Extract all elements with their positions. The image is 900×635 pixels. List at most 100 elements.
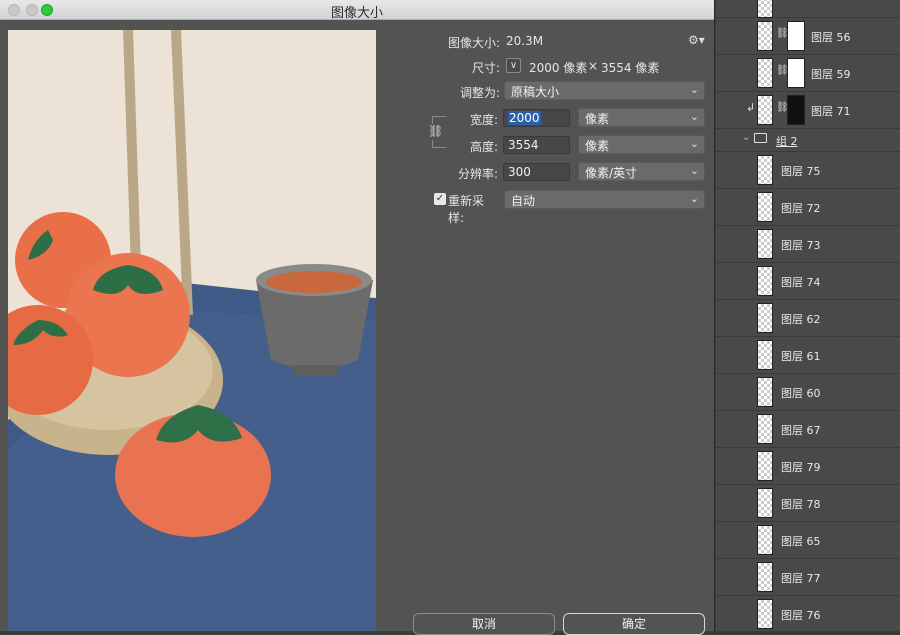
layer-row[interactable]: 图层 65	[716, 522, 900, 559]
preview-illustration	[8, 30, 376, 631]
layer-row[interactable]: 图层 79	[716, 448, 900, 485]
layer-mask-thumbnail	[787, 58, 805, 88]
layer-thumbnail	[757, 303, 773, 333]
width-value: 2000	[508, 111, 541, 125]
layer-thumbnail	[757, 266, 773, 296]
height-label: 高度:	[469, 140, 498, 154]
layer-name: 图层 56	[811, 31, 851, 44]
width-input[interactable]: 2000	[503, 109, 570, 127]
layer-thumbnail	[757, 95, 773, 125]
window-title: 图像大小	[330, 6, 383, 21]
layer-row[interactable]: 图层 61	[716, 337, 900, 374]
layer-name: 图层 75	[781, 165, 821, 178]
dimensions-times: ×	[588, 59, 599, 73]
resolution-input[interactable]: 300	[503, 163, 570, 181]
dimensions-label: 尺寸:	[471, 61, 500, 75]
resolution-value: 300	[508, 165, 531, 179]
layer-name: 图层 74	[781, 276, 821, 289]
chevron-down-icon: ⌄	[689, 137, 699, 150]
layer-name: 图层 79	[781, 461, 821, 474]
layers-panel: ⛓ 图层 56 ⛓ 图层 59 ↲ ⛓ 图层 71 ⌄ 组 2 图层 75 图层…	[716, 0, 900, 633]
layer-name: 图层 77	[781, 572, 821, 585]
height-unit-select[interactable]: 像素 ⌄	[578, 135, 705, 154]
chevron-down-icon: ⌄	[689, 164, 699, 177]
layer-row[interactable]: ↲ ⛓ 图层 71	[716, 92, 900, 129]
resolution-unit-select[interactable]: 像素/英寸 ⌄	[578, 162, 705, 181]
layer-thumbnail	[757, 599, 773, 629]
layer-row[interactable]: 图层 72	[716, 189, 900, 226]
resample-select[interactable]: 自动 ⌄	[504, 190, 705, 209]
chevron-down-icon: ⌄	[689, 110, 699, 123]
resample-checkbox[interactable]: ✓	[434, 193, 446, 205]
layer-name: 图层 72	[781, 202, 821, 215]
fit-to-select[interactable]: 原稿大小 ⌄	[504, 81, 705, 100]
resample-label: 重新采样:	[448, 194, 485, 225]
title-bar[interactable]: 图像大小	[0, 0, 714, 21]
fit-to-label: 调整为:	[459, 86, 500, 100]
height-value: 3554	[508, 138, 539, 152]
layer-name: 图层 60	[781, 387, 821, 400]
image-size-label: 图像大小:	[447, 36, 500, 50]
layer-row[interactable]: 图层 60	[716, 374, 900, 411]
layer-thumbnail	[757, 340, 773, 370]
layer-name: 图层 76	[781, 609, 821, 622]
layer-row[interactable]: 图层 67	[716, 411, 900, 448]
group-name: 组 2	[776, 135, 798, 148]
layer-name: 图层 65	[781, 535, 821, 548]
layer-thumbnail	[757, 488, 773, 518]
resample-value: 自动	[511, 194, 536, 208]
layer-thumbnail	[757, 414, 773, 444]
layer-row[interactable]: 图层 78	[716, 485, 900, 522]
image-size-dialog: 图像大小 图像大小: 20.3M ⚙▾ 尺寸: ∨ 2000 像素 × 3554…	[0, 0, 715, 635]
layer-row[interactable]: ⛓ 图层 59	[716, 55, 900, 92]
layer-thumbnail	[757, 377, 773, 407]
layer-thumbnail	[757, 525, 773, 555]
layer-thumbnail	[757, 58, 773, 88]
ok-button[interactable]: 确定	[563, 613, 705, 635]
layer-row[interactable]: 图层 74	[716, 263, 900, 300]
layer-row[interactable]: 图层 75	[716, 152, 900, 189]
layer-name: 图层 73	[781, 239, 821, 252]
layer-mask-thumbnail	[787, 95, 805, 125]
layer-thumbnail	[757, 192, 773, 222]
width-unit-value: 像素	[585, 112, 610, 126]
width-label: 宽度:	[469, 113, 498, 127]
layer-row[interactable]: 图层 77	[716, 559, 900, 596]
layer-thumbnail	[757, 0, 773, 18]
layer-group-row[interactable]: ⌄ 组 2	[716, 128, 900, 152]
resolution-unit-value: 像素/英寸	[585, 166, 638, 180]
layer-name: 图层 71	[811, 105, 851, 118]
chevron-down-icon[interactable]: ∨	[506, 58, 521, 73]
layer-thumbnail	[757, 451, 773, 481]
layer-thumbnail	[757, 562, 773, 592]
layer-row[interactable]: ⛓ 图层 56	[716, 18, 900, 55]
cancel-button[interactable]: 取消	[413, 613, 555, 635]
resolution-label: 分辨率:	[457, 167, 498, 181]
clipping-arrow-icon: ↲	[746, 101, 756, 114]
layer-row[interactable]: 图层 62	[716, 300, 900, 337]
layer-row[interactable]: 图层 73	[716, 226, 900, 263]
layer-name: 图层 62	[781, 313, 821, 326]
chevron-down-icon: ⌄	[689, 83, 699, 96]
layer-thumbnail	[757, 155, 773, 185]
chevron-down-icon: ⌄	[689, 192, 699, 205]
width-unit-select[interactable]: 像素 ⌄	[578, 108, 705, 127]
layer-name: 图层 67	[781, 424, 821, 437]
height-input[interactable]: 3554	[503, 136, 570, 154]
layer-thumbnail	[757, 229, 773, 259]
layer-name: 图层 61	[781, 350, 821, 363]
image-preview[interactable]	[8, 30, 376, 631]
layer-row[interactable]: 图层 76	[716, 596, 900, 633]
layer-thumbnail	[757, 21, 773, 51]
dimensions-height: 3554 像素	[601, 61, 660, 75]
gear-icon[interactable]: ⚙▾	[688, 33, 705, 47]
layer-mask-thumbnail	[787, 21, 805, 51]
image-size-value: 20.3M	[506, 34, 544, 48]
chevron-down-icon[interactable]: ⌄	[742, 132, 750, 143]
dimensions-width: 2000 像素	[529, 61, 588, 75]
height-unit-value: 像素	[585, 139, 610, 153]
fit-to-value: 原稿大小	[511, 85, 560, 99]
layer-name: 图层 59	[811, 68, 851, 81]
layer-name: 图层 78	[781, 498, 821, 511]
layer-row-partial[interactable]	[716, 0, 900, 18]
